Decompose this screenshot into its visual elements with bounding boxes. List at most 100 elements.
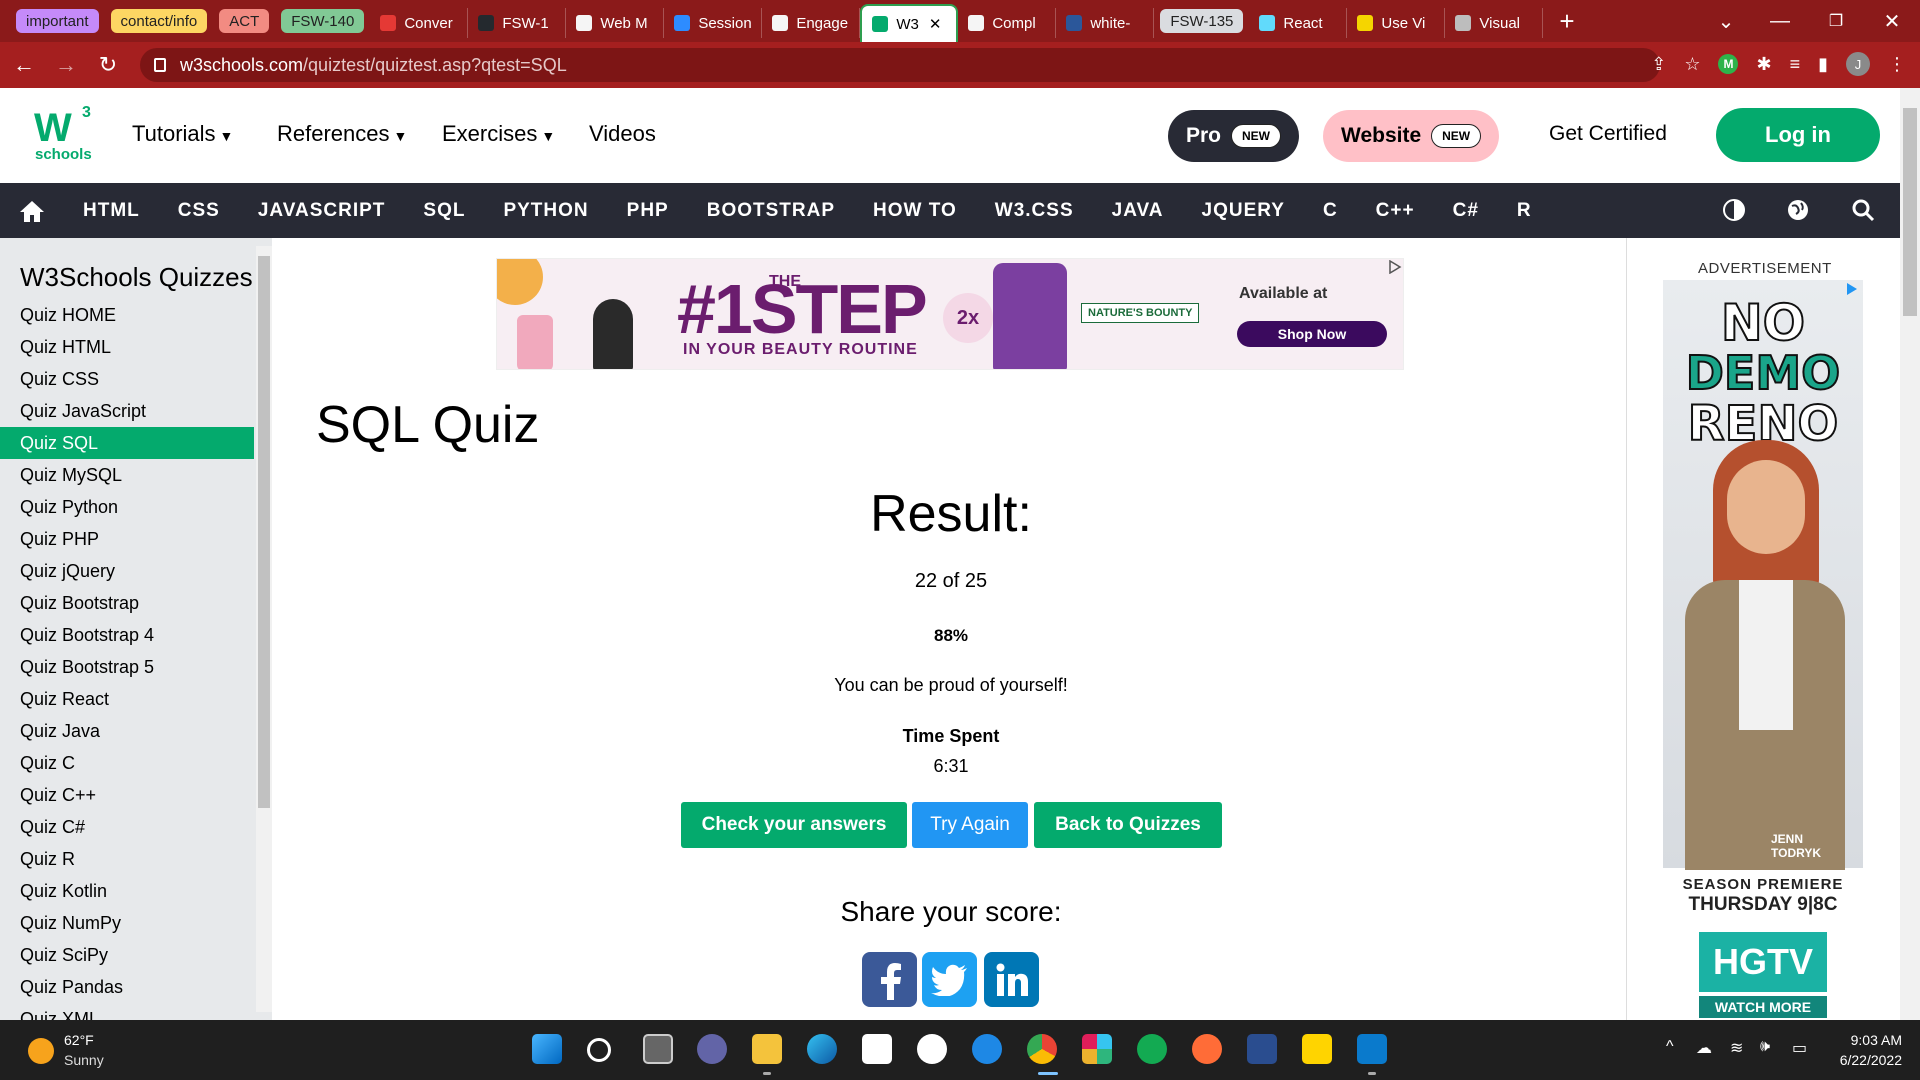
sidebar-item[interactable]: Quiz C [0, 747, 254, 779]
tab-group-chip[interactable]: FSW-140 [281, 9, 365, 33]
sidebar-item[interactable]: Quiz JavaScript [0, 395, 254, 427]
topic-link[interactable]: PYTHON [484, 200, 607, 222]
ad-shop-now-button[interactable]: Shop Now [1237, 321, 1387, 347]
sticky-notes-icon[interactable] [1302, 1034, 1332, 1064]
topic-link[interactable]: PHP [608, 200, 688, 222]
extension-m-icon[interactable]: M [1718, 54, 1739, 74]
system-clock[interactable]: 9:03 AM 6/22/2022 [1840, 1030, 1902, 1070]
tab-search-icon[interactable]: ⌄ [1698, 0, 1754, 42]
sidebar-item[interactable]: Quiz MySQL [0, 459, 254, 491]
sidebar-item[interactable]: Quiz Pandas [0, 971, 254, 1003]
browser-tab[interactable]: React [1249, 8, 1348, 38]
sidebar-item[interactable]: Quiz Kotlin [0, 875, 254, 907]
website-button[interactable]: Website NEW [1323, 110, 1500, 162]
minimize-icon[interactable]: — [1752, 0, 1808, 42]
slack-icon[interactable] [1082, 1034, 1112, 1064]
weather-temp[interactable]: 62°F [64, 1032, 94, 1048]
help-icon[interactable] [972, 1034, 1002, 1064]
globe-icon[interactable] [1786, 198, 1810, 222]
task-view-icon[interactable] [643, 1034, 673, 1064]
sidebar-item[interactable]: Quiz HOME [0, 299, 254, 331]
page-scrollbar[interactable] [1900, 88, 1920, 1020]
browser-tab[interactable]: Conver [370, 8, 469, 38]
topic-link[interactable]: SQL [404, 200, 484, 222]
terminal-app-icon[interactable] [1247, 1034, 1277, 1064]
nav-exercises[interactable]: Exercises ▼ [442, 121, 555, 147]
sidebar-item[interactable]: Quiz C++ [0, 779, 254, 811]
try-again-button[interactable]: Try Again [912, 802, 1028, 848]
browser-tab[interactable]: Visual [1445, 8, 1544, 38]
watch-more-button[interactable]: WATCH MORE [1699, 996, 1827, 1018]
maximize-icon[interactable]: ❐ [1808, 0, 1864, 42]
chevron-up-icon[interactable]: ^ [1666, 1038, 1674, 1056]
edge-icon[interactable] [807, 1034, 837, 1064]
address-bar[interactable]: w3schools.com /quiztest/quiztest.asp?qte… [140, 48, 1660, 82]
ad-banner[interactable]: THE #1STEP IN YOUR BEAUTY ROUTINE 2x NAT… [496, 258, 1404, 370]
sidebar-item[interactable]: Quiz Bootstrap 4 [0, 619, 254, 651]
tab-group-chip[interactable]: ACT [219, 9, 270, 33]
check-answers-button[interactable]: Check your answers [681, 802, 907, 848]
topic-link[interactable]: JQUERY [1183, 200, 1304, 222]
sidebar-item[interactable]: Quiz Python [0, 491, 254, 523]
onedrive-icon[interactable]: ☁ [1696, 1038, 1712, 1058]
sidebar-item[interactable]: Quiz jQuery [0, 555, 254, 587]
sidebar-item[interactable]: Quiz C# [0, 811, 254, 843]
sidebar-item[interactable]: Quiz NumPy [0, 907, 254, 939]
close-window-icon[interactable]: ✕ [1864, 0, 1920, 42]
weather-condition[interactable]: Sunny [64, 1052, 104, 1068]
reading-list-icon[interactable]: ≡ [1790, 54, 1801, 75]
topic-link[interactable]: JAVASCRIPT [239, 200, 405, 222]
github-desktop-icon[interactable] [917, 1034, 947, 1064]
mongodb-compass-icon[interactable] [1137, 1034, 1167, 1064]
topic-link[interactable]: HTML [64, 200, 159, 222]
topic-link[interactable]: CSS [159, 200, 239, 222]
twitter-share-icon[interactable] [922, 952, 977, 1007]
extensions-puzzle-icon[interactable]: ✱ [1756, 54, 1771, 75]
topic-link[interactable]: C# [1434, 200, 1498, 222]
login-button[interactable]: Log in [1716, 108, 1880, 162]
close-tab-icon[interactable]: ✕ [929, 15, 942, 33]
back-to-quizzes-button[interactable]: Back to Quizzes [1034, 802, 1222, 848]
nav-tutorials[interactable]: Tutorials ▼ [132, 121, 233, 147]
browser-tab[interactable]: white- [1056, 8, 1155, 38]
sidebar-item[interactable]: Quiz React [0, 683, 254, 715]
sidebar-item[interactable]: Quiz HTML [0, 331, 254, 363]
linkedin-share-icon[interactable] [984, 952, 1039, 1007]
nav-references[interactable]: References ▼ [277, 121, 407, 147]
sidebar-scroll-thumb[interactable] [258, 256, 270, 808]
forward-icon[interactable]: → [48, 47, 84, 83]
nav-videos[interactable]: Videos [589, 121, 656, 147]
page-scroll-thumb[interactable] [1903, 108, 1917, 316]
reload-icon[interactable]: ↻ [90, 47, 126, 83]
volume-icon[interactable]: 🕪 [1760, 1038, 1770, 1056]
side-advertisement[interactable]: NO DEMO RENO JENN TODRYK SEASON PREMIERE… [1663, 280, 1863, 1020]
topic-link[interactable]: BOOTSTRAP [688, 200, 854, 222]
share-icon[interactable]: ⇪ [1651, 54, 1666, 75]
sidebar-item[interactable]: Quiz Java [0, 715, 254, 747]
topic-link[interactable]: C [1304, 200, 1357, 222]
sidebar-item[interactable]: Quiz PHP [0, 523, 254, 555]
store-icon[interactable] [862, 1034, 892, 1064]
topic-link[interactable]: HOW TO [854, 200, 976, 222]
browser-tab[interactable]: Web M [566, 8, 665, 38]
browser-menu-icon[interactable]: ⋮ [1888, 54, 1906, 75]
pro-button[interactable]: Pro NEW [1168, 110, 1300, 162]
topic-link[interactable]: JAVA [1093, 200, 1183, 222]
search-icon[interactable] [1851, 198, 1875, 222]
sun-icon[interactable] [28, 1038, 54, 1064]
dark-mode-icon[interactable] [1722, 198, 1746, 222]
chrome-icon[interactable] [1027, 1034, 1057, 1064]
adchoices-icon[interactable] [1845, 282, 1859, 296]
get-certified-link[interactable]: Get Certified [1549, 122, 1667, 146]
sidebar-item[interactable]: Quiz CSS [0, 363, 254, 395]
postman-icon[interactable] [1192, 1034, 1222, 1064]
side-panel-icon[interactable]: ▮ [1818, 54, 1828, 75]
browser-tab[interactable]: Session [664, 8, 763, 38]
file-explorer-icon[interactable] [752, 1034, 782, 1064]
w3schools-logo[interactable]: W 3 schools [32, 104, 96, 170]
sidebar-scrollbar[interactable] [256, 246, 272, 1012]
topic-link[interactable]: R [1498, 200, 1551, 222]
chat-icon[interactable] [697, 1034, 727, 1064]
battery-icon[interactable]: ▭ [1792, 1038, 1807, 1058]
back-icon[interactable]: ← [6, 47, 42, 83]
